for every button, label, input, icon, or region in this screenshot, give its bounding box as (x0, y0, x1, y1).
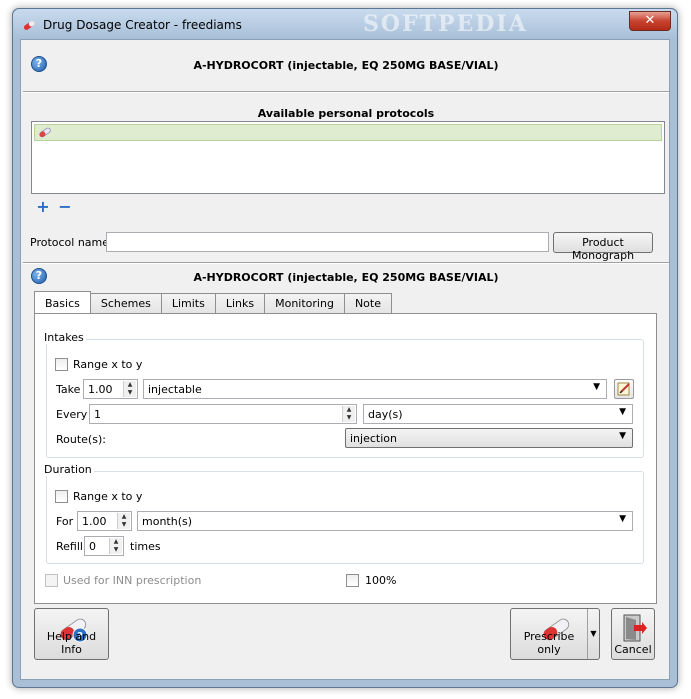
for-spinner-arrows[interactable]: ▲ ▼ (117, 513, 130, 529)
protocols-title: Available personal protocols (257, 107, 435, 120)
drug-title: A-HYDROCORT (injectable, EQ 250MG BASE/V… (193, 59, 499, 72)
tab-limits[interactable]: Limits (160, 293, 216, 313)
duration-range-label: Range x to y (73, 490, 143, 503)
duration-unit-select[interactable]: month(s) ▼ (137, 511, 633, 531)
exit-door-icon (623, 614, 647, 642)
protocol-list-item[interactable] (34, 124, 662, 141)
period-select[interactable]: day(s) ▼ (363, 404, 633, 424)
take-label: Take (56, 383, 81, 396)
intakes-range-checkbox[interactable] (55, 358, 68, 371)
window-title: Drug Dosage Creator - freediams (43, 18, 242, 32)
intakes-title: Intakes (42, 331, 86, 344)
inn-prescription-checkbox[interactable] (45, 574, 58, 587)
percent-checkbox[interactable] (346, 574, 359, 587)
refill-value: 0 (89, 540, 96, 553)
dialog-client: ? A-HYDROCORT (injectable, EQ 250MG BASE… (20, 39, 670, 680)
times-label: times (130, 540, 161, 553)
tab-links[interactable]: Links (214, 293, 266, 313)
route-select[interactable]: injection ▼ (345, 428, 633, 448)
take-value: 1.00 (88, 383, 113, 396)
remove-protocol-button[interactable]: − (54, 198, 76, 218)
watermark: SOFTPEDIA (363, 11, 528, 37)
every-label: Every (56, 408, 88, 421)
prescribe-only-button[interactable]: Prescribe only ▼ (510, 608, 600, 660)
take-spinner-arrows[interactable]: ▲ ▼ (123, 381, 136, 397)
route-value: injection (350, 432, 397, 445)
help-and-info-label: Help and Info (46, 630, 97, 656)
every-spinbox[interactable]: 1 ▲ ▼ (89, 404, 357, 424)
edit-form-button[interactable] (614, 379, 634, 399)
cancel-button[interactable]: Cancel (611, 608, 655, 660)
refill-spinner-arrows[interactable]: ▲ ▼ (109, 538, 122, 554)
cancel-label: Cancel (614, 643, 652, 656)
every-spinner-arrows[interactable]: ▲ ▼ (342, 406, 355, 422)
refill-spinbox[interactable]: 0 ▲ ▼ (84, 536, 124, 556)
protocol-list-toolbar: + − (31, 197, 79, 219)
product-monograph-button[interactable]: Product Monograph (553, 232, 653, 262)
prescribe-only-label: Prescribe only (523, 630, 575, 656)
form-select[interactable]: injectable ▼ (143, 379, 607, 399)
tab-schemes[interactable]: Schemes (89, 293, 162, 313)
take-spinbox[interactable]: 1.00 ▲ ▼ (83, 379, 138, 399)
dosage-drug-title: A-HYDROCORT (injectable, EQ 250MG BASE/V… (193, 271, 499, 284)
pill-icon (39, 127, 51, 138)
duration-unit-value: month(s) (142, 515, 193, 528)
chevron-down-icon: ▼ (619, 431, 626, 441)
tab-bar: Basics Schemes Limits Links Monitoring N… (34, 291, 392, 313)
tab-basics[interactable]: Basics (34, 291, 91, 313)
for-label: For (56, 515, 74, 528)
help-and-info-button[interactable]: ? Help and Info (34, 608, 109, 660)
protocol-list[interactable] (31, 121, 665, 194)
edit-icon (617, 382, 630, 396)
prescribe-menu-arrow[interactable]: ▼ (587, 609, 599, 659)
app-icon (23, 20, 35, 30)
divider (23, 262, 669, 264)
percent-label: 100% (365, 574, 397, 587)
route-label: Route(s): (56, 433, 106, 446)
chevron-down-icon: ▼ (619, 514, 626, 524)
chevron-down-icon: ▼ (619, 407, 626, 417)
every-value: 1 (94, 408, 101, 421)
close-button[interactable]: ✕ (629, 11, 671, 31)
period-value: day(s) (368, 408, 403, 421)
protocol-name-label: Protocol name (30, 236, 110, 249)
duration-range-checkbox[interactable] (55, 490, 68, 503)
for-value: 1.00 (82, 515, 107, 528)
add-protocol-button[interactable]: + (32, 198, 54, 218)
chevron-down-icon: ▼ (593, 382, 600, 392)
tab-monitoring[interactable]: Monitoring (264, 293, 345, 313)
basics-panel: Intakes Range x to y Take 1.00 ▲ ▼ inject… (34, 313, 657, 604)
duration-title: Duration (42, 463, 94, 476)
divider (23, 91, 669, 93)
for-spinbox[interactable]: 1.00 ▲ ▼ (77, 511, 132, 531)
intakes-range-label: Range x to y (73, 358, 143, 371)
dialog-window: Drug Dosage Creator - freediams SOFTPEDI… (12, 8, 678, 688)
title-bar[interactable]: Drug Dosage Creator - freediams SOFTPEDI… (13, 9, 677, 39)
tab-note[interactable]: Note (343, 293, 392, 313)
refill-label: Refill (56, 540, 83, 553)
form-value: injectable (148, 383, 202, 396)
inn-prescription-label: Used for INN prescription (63, 574, 202, 587)
protocol-name-input[interactable] (106, 232, 549, 252)
